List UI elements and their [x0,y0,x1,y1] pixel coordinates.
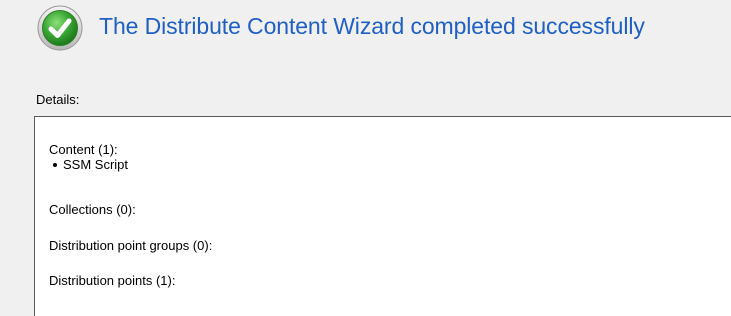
content-heading: Content (1): [49,142,118,157]
wizard-header: The Distribute Content Wizard completed … [0,0,731,60]
distribution-point-groups-heading: Distribution point groups (0): [49,238,213,253]
details-label: Details: [36,92,80,107]
content-item-label: SSM Script [63,157,129,172]
page-title: The Distribute Content Wizard completed … [99,13,645,39]
collections-heading: Collections (0): [49,202,136,217]
content-list-item: SSM Script [53,157,128,172]
success-checkmark-icon [37,5,83,51]
distribution-points-heading: Distribution points (1): [49,273,176,288]
details-text-box[interactable]: Content (1): SSM Script Collections (0):… [34,116,731,316]
bullet-icon [53,162,57,167]
